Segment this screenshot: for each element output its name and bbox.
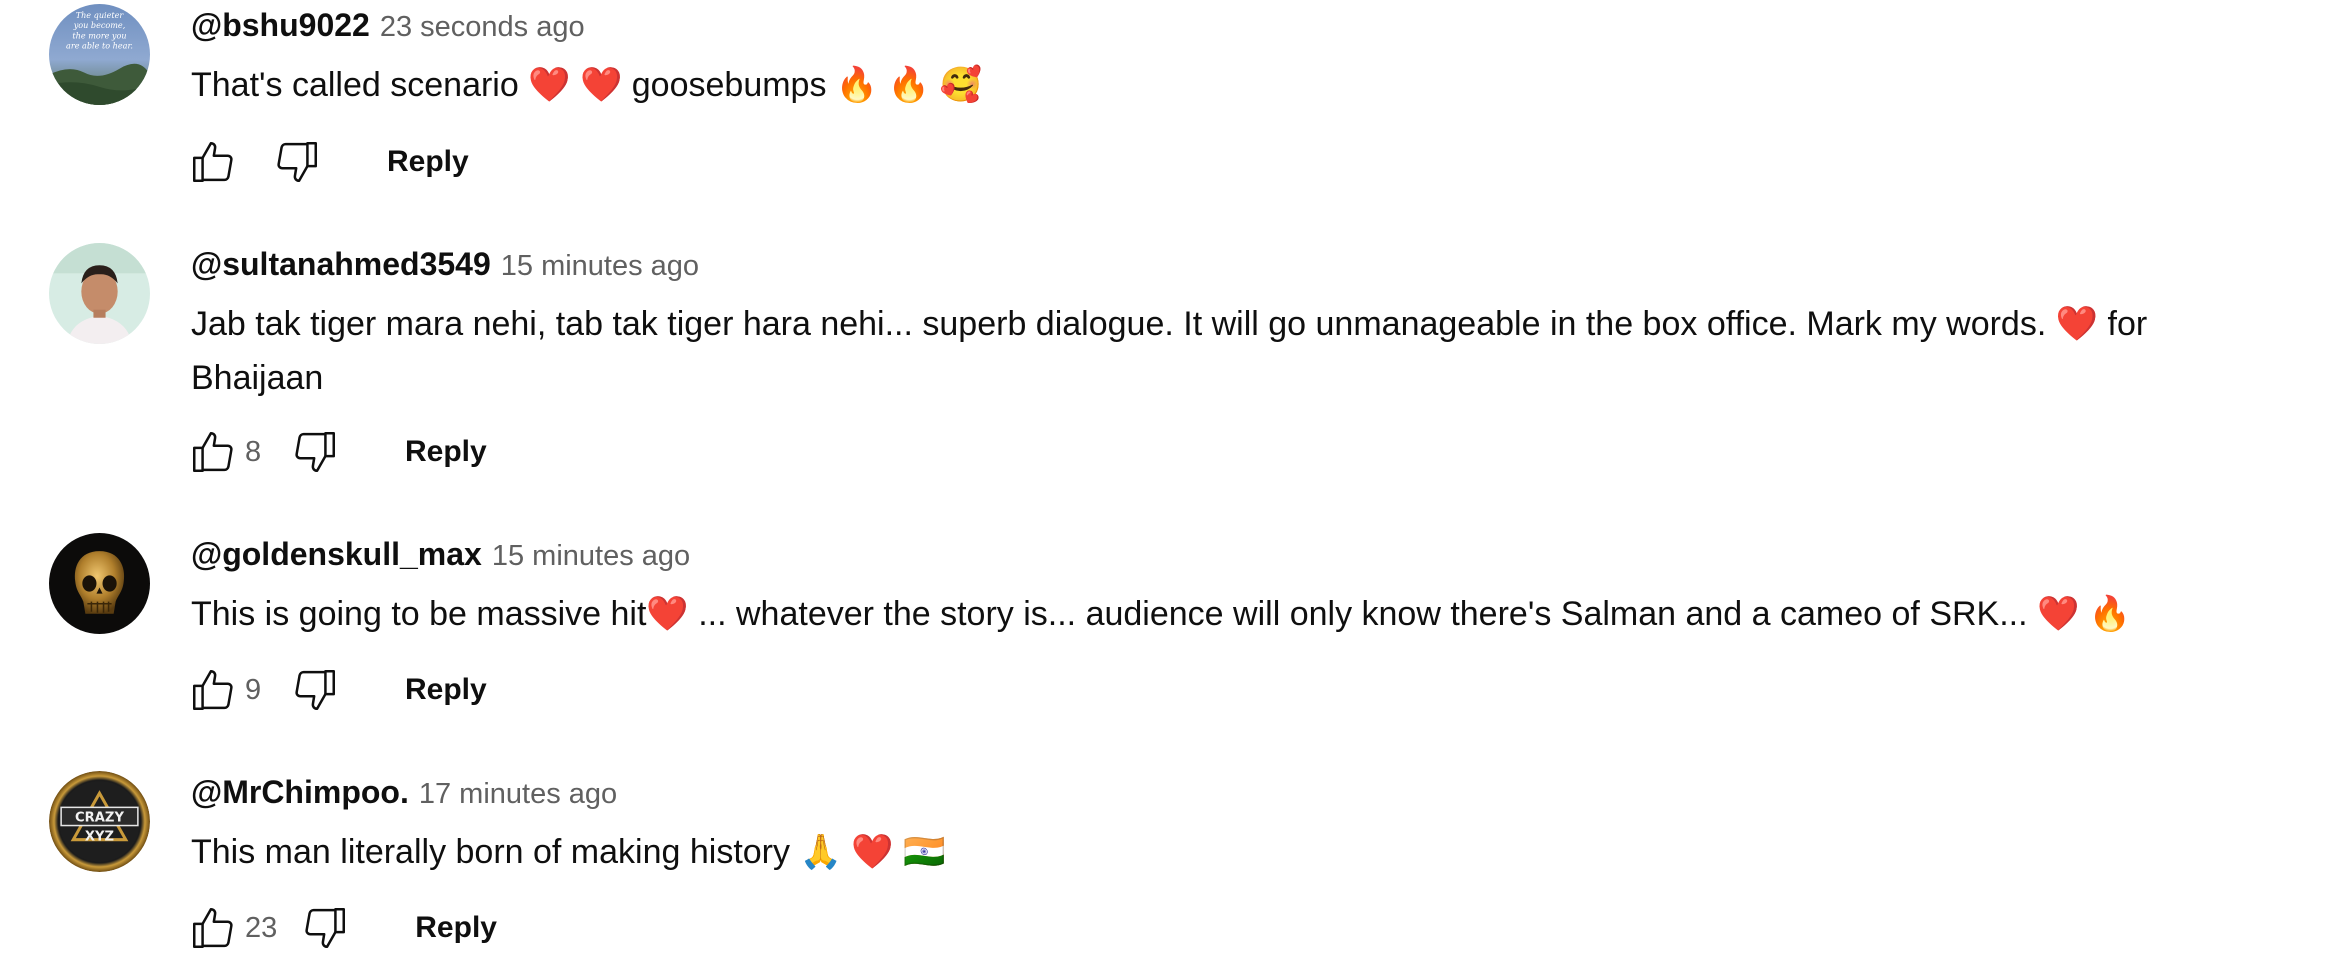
- dislike-button[interactable]: [287, 662, 343, 718]
- comment-actions: 9 Reply: [185, 660, 501, 720]
- thumbs-up-icon: [193, 670, 233, 710]
- comment-actions: 23 Reply: [185, 898, 511, 958]
- comment-timestamp[interactable]: 15 minutes ago: [492, 540, 690, 573]
- like-count: 23: [245, 911, 278, 944]
- dislike-button[interactable]: [287, 424, 343, 480]
- comment-text: This man literally born of making histor…: [191, 833, 946, 871]
- like-button[interactable]: [185, 662, 241, 718]
- like-button[interactable]: [185, 424, 241, 480]
- comment-header: @sultanahmed3549 15 minutes ago: [191, 246, 699, 283]
- dislike-button[interactable]: [297, 900, 353, 956]
- author-name[interactable]: @sultanahmed3549: [191, 246, 491, 283]
- avatar[interactable]: The quieter you become, the more you are…: [49, 4, 150, 105]
- avatar[interactable]: [49, 533, 150, 634]
- comment-text: This is going to be massive hit❤️ ... wh…: [191, 595, 2132, 633]
- comment-timestamp[interactable]: 15 minutes ago: [501, 250, 699, 283]
- comment-actions: 8 Reply: [185, 422, 501, 482]
- dislike-button[interactable]: [269, 134, 325, 190]
- author-name[interactable]: @bshu9022: [191, 7, 370, 44]
- like-button[interactable]: [185, 134, 241, 190]
- thumbs-down-icon: [295, 670, 335, 710]
- avatar-quote-line: the more you: [72, 30, 126, 40]
- reply-button[interactable]: Reply: [391, 663, 501, 717]
- avatar-quote-line: you become,: [73, 20, 126, 30]
- thumbs-down-icon: [305, 908, 346, 948]
- comment-header: @goldenskull_max 15 minutes ago: [191, 536, 690, 573]
- avatar-quote-line: The quieter: [76, 10, 125, 20]
- thumbs-down-icon: [277, 142, 317, 182]
- thumbs-down-icon: [295, 432, 335, 472]
- comment-text: That's called scenario ❤️ ❤️ goosebumps …: [191, 66, 982, 104]
- like-count: 9: [245, 673, 262, 706]
- thumbs-up-icon: [193, 432, 233, 472]
- comment-header: @bshu9022 23 seconds ago: [191, 7, 585, 44]
- reply-button[interactable]: Reply: [401, 901, 511, 955]
- avatar[interactable]: [49, 243, 150, 344]
- reply-button[interactable]: Reply: [373, 135, 483, 189]
- reply-button[interactable]: Reply: [391, 425, 501, 479]
- comment-actions: Reply: [185, 132, 483, 192]
- comment-timestamp[interactable]: 23 seconds ago: [380, 11, 585, 44]
- author-name[interactable]: @goldenskull_max: [191, 536, 482, 573]
- comment-text: Jab tak tiger mara nehi, tab tak tiger h…: [191, 305, 2148, 397]
- like-button[interactable]: [185, 900, 241, 956]
- avatar-logo-text: XYZ: [85, 830, 114, 845]
- comment-header: @MrChimpoo. 17 minutes ago: [191, 774, 617, 811]
- like-count: 8: [245, 435, 262, 468]
- author-name[interactable]: @MrChimpoo.: [191, 774, 409, 811]
- avatar-logo-text: CRAZY: [75, 811, 124, 826]
- thumbs-up-icon: [193, 142, 233, 182]
- thumbs-up-icon: [193, 908, 233, 948]
- avatar[interactable]: CRAZY XYZ: [49, 771, 150, 872]
- comment-timestamp[interactable]: 17 minutes ago: [419, 778, 617, 811]
- avatar-quote-line: are able to hear.: [66, 40, 133, 50]
